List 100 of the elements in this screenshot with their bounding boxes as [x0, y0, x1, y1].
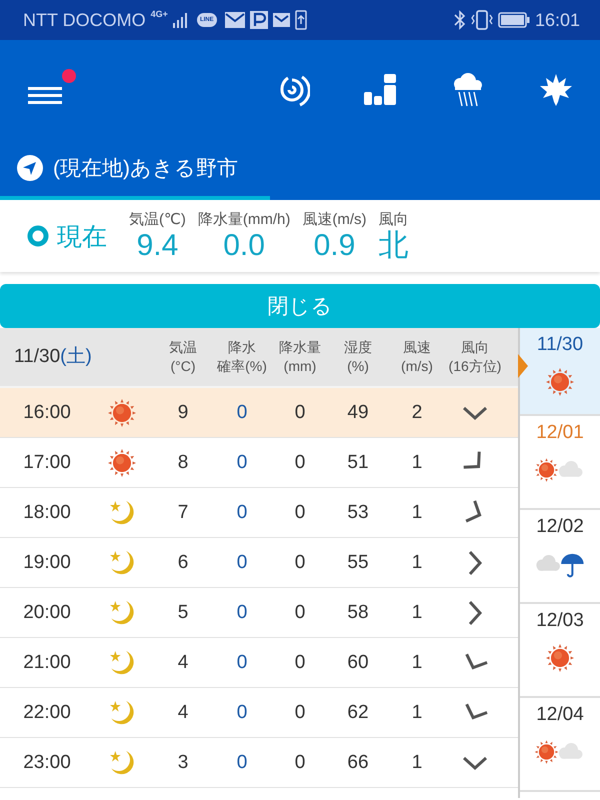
- reading-value: 0.9: [314, 229, 356, 262]
- day-item[interactable]: 12/02: [520, 510, 600, 604]
- day-item[interactable]: 12/04: [520, 698, 600, 792]
- day-date: 12/04: [536, 704, 584, 726]
- humidity-cell: 51: [347, 452, 369, 474]
- day-date: 11/30: [536, 334, 584, 356]
- mail-icon: [224, 12, 245, 28]
- forecast-row[interactable]: 23:00 3 0 0 66 1: [0, 738, 518, 788]
- mail-icon: [272, 13, 290, 27]
- humidity-cell: 49: [347, 402, 369, 424]
- upload-icon: [294, 10, 307, 30]
- forecast-row[interactable]: 20:00 5 0 0 58 1: [0, 588, 518, 638]
- precip-chance-cell: 0: [236, 602, 248, 624]
- current-marker-icon: [27, 225, 49, 247]
- sun-icon: [106, 446, 138, 478]
- navigation-icon: [16, 154, 44, 182]
- temperature-cell: 7: [178, 502, 188, 524]
- temperature-cell: 8: [178, 452, 188, 474]
- wind-speed-cell: 2: [412, 402, 422, 424]
- bluetooth-icon: [454, 10, 466, 30]
- temperature-cell: 6: [178, 552, 188, 574]
- current-label: 現在: [57, 222, 107, 252]
- day-date: 12/02: [536, 516, 584, 538]
- battery-icon: [498, 12, 530, 28]
- day-item[interactable]: 11/30: [520, 328, 600, 416]
- forecast-row[interactable]: 16:00 9 0 0 49 2: [0, 388, 518, 438]
- column-header: 降水: [228, 338, 256, 357]
- time-cell: 18:00: [23, 502, 71, 524]
- precip-amount-cell: 0: [294, 752, 306, 774]
- time-cell: 21:00: [23, 652, 71, 674]
- column-header: (°C): [170, 357, 196, 376]
- precip-amount-cell: 0: [294, 502, 306, 524]
- day-item[interactable]: 12/03: [520, 604, 600, 698]
- wind-speed-cell: 1: [412, 752, 422, 774]
- wind-speed-cell: 1: [412, 452, 422, 474]
- humidity-cell: 58: [347, 602, 369, 624]
- temperature-cell: 9: [178, 402, 188, 424]
- temperature-cell: 4: [178, 702, 188, 724]
- table-date: 11/30: [14, 346, 60, 368]
- reading-label: 降水量(mm/h): [198, 210, 290, 229]
- precip-amount-cell: 0: [294, 702, 306, 724]
- payment-app-icon: [250, 11, 268, 29]
- column-header: 風向: [461, 338, 489, 357]
- day-date: 12/03: [536, 610, 584, 632]
- selection-pointer-icon: [518, 354, 528, 378]
- precip-amount-cell: 0: [294, 452, 306, 474]
- time-cell: 23:00: [23, 752, 71, 774]
- precip-chance-cell: 0: [236, 652, 248, 674]
- column-header: (%): [347, 357, 369, 376]
- time-cell: 16:00: [23, 402, 71, 424]
- precip-amount-cell: 0: [294, 602, 306, 624]
- forecast-row[interactable]: 17:00 8 0 0 51 1: [0, 438, 518, 488]
- forecast-row[interactable]: 18:00 7 0 0 53 1: [0, 488, 518, 538]
- column-header: 降水量: [279, 338, 321, 357]
- time-cell: 20:00: [23, 602, 71, 624]
- wind-speed-cell: 1: [412, 652, 422, 674]
- column-header: (16方位): [448, 357, 502, 376]
- signal-icon: [172, 12, 189, 28]
- precip-chance-cell: 0: [236, 552, 248, 574]
- humidity-cell: 55: [347, 552, 369, 574]
- time-cell: 19:00: [23, 552, 71, 574]
- column-header: 確率(%): [217, 357, 267, 376]
- humidity-cell: 62: [347, 702, 369, 724]
- sun-icon: [106, 396, 138, 428]
- time-cell: 17:00: [23, 452, 71, 474]
- time-cell: 22:00: [23, 702, 71, 724]
- humidity-cell: 66: [347, 752, 369, 774]
- precip-chance-cell: 0: [236, 402, 248, 424]
- wind-speed-cell: 1: [412, 702, 422, 724]
- temperature-cell: 3: [178, 752, 188, 774]
- sun-icon: [544, 642, 576, 674]
- precip-amount-cell: 0: [294, 402, 306, 424]
- reading-label: 風速(m/s): [302, 210, 366, 229]
- reading-value: 0.0: [223, 229, 265, 262]
- wind-speed-cell: 1: [412, 552, 422, 574]
- column-header: 湿度: [344, 338, 372, 357]
- day-date: 12/01: [536, 422, 584, 444]
- precip-chance-cell: 0: [236, 752, 248, 774]
- forecast-row[interactable]: 19:00 6 0 0 55 1: [0, 538, 518, 588]
- carrier-name: NTT DOCOMO: [23, 10, 146, 30]
- temperature-cell: 4: [178, 652, 188, 674]
- table-weekday: (土): [60, 346, 92, 368]
- forecast-row[interactable]: 21:00 4 0 0 60 1: [0, 638, 518, 688]
- precip-chance-cell: 0: [236, 452, 248, 474]
- wind-speed-cell: 1: [412, 502, 422, 524]
- reading-value: 9.4: [136, 229, 178, 262]
- precip-amount-cell: 0: [294, 552, 306, 574]
- column-header: 風速: [402, 338, 431, 357]
- precip-amount-cell: 0: [294, 652, 306, 674]
- precip-chance-cell: 0: [236, 702, 248, 724]
- reading-value: 北: [378, 229, 408, 262]
- clock-time: 16:01: [534, 10, 580, 30]
- network-type: 4G+: [150, 9, 168, 19]
- reading-label: 気温(℃): [129, 210, 186, 229]
- temperature-cell: 5: [178, 602, 188, 624]
- column-header: (m/s): [401, 357, 433, 376]
- wind-speed-cell: 1: [412, 602, 422, 624]
- reading-label: 風向: [378, 210, 408, 229]
- vibrate-icon: [470, 10, 493, 30]
- forecast-row[interactable]: 22:00 4 0 0 62 1: [0, 688, 518, 738]
